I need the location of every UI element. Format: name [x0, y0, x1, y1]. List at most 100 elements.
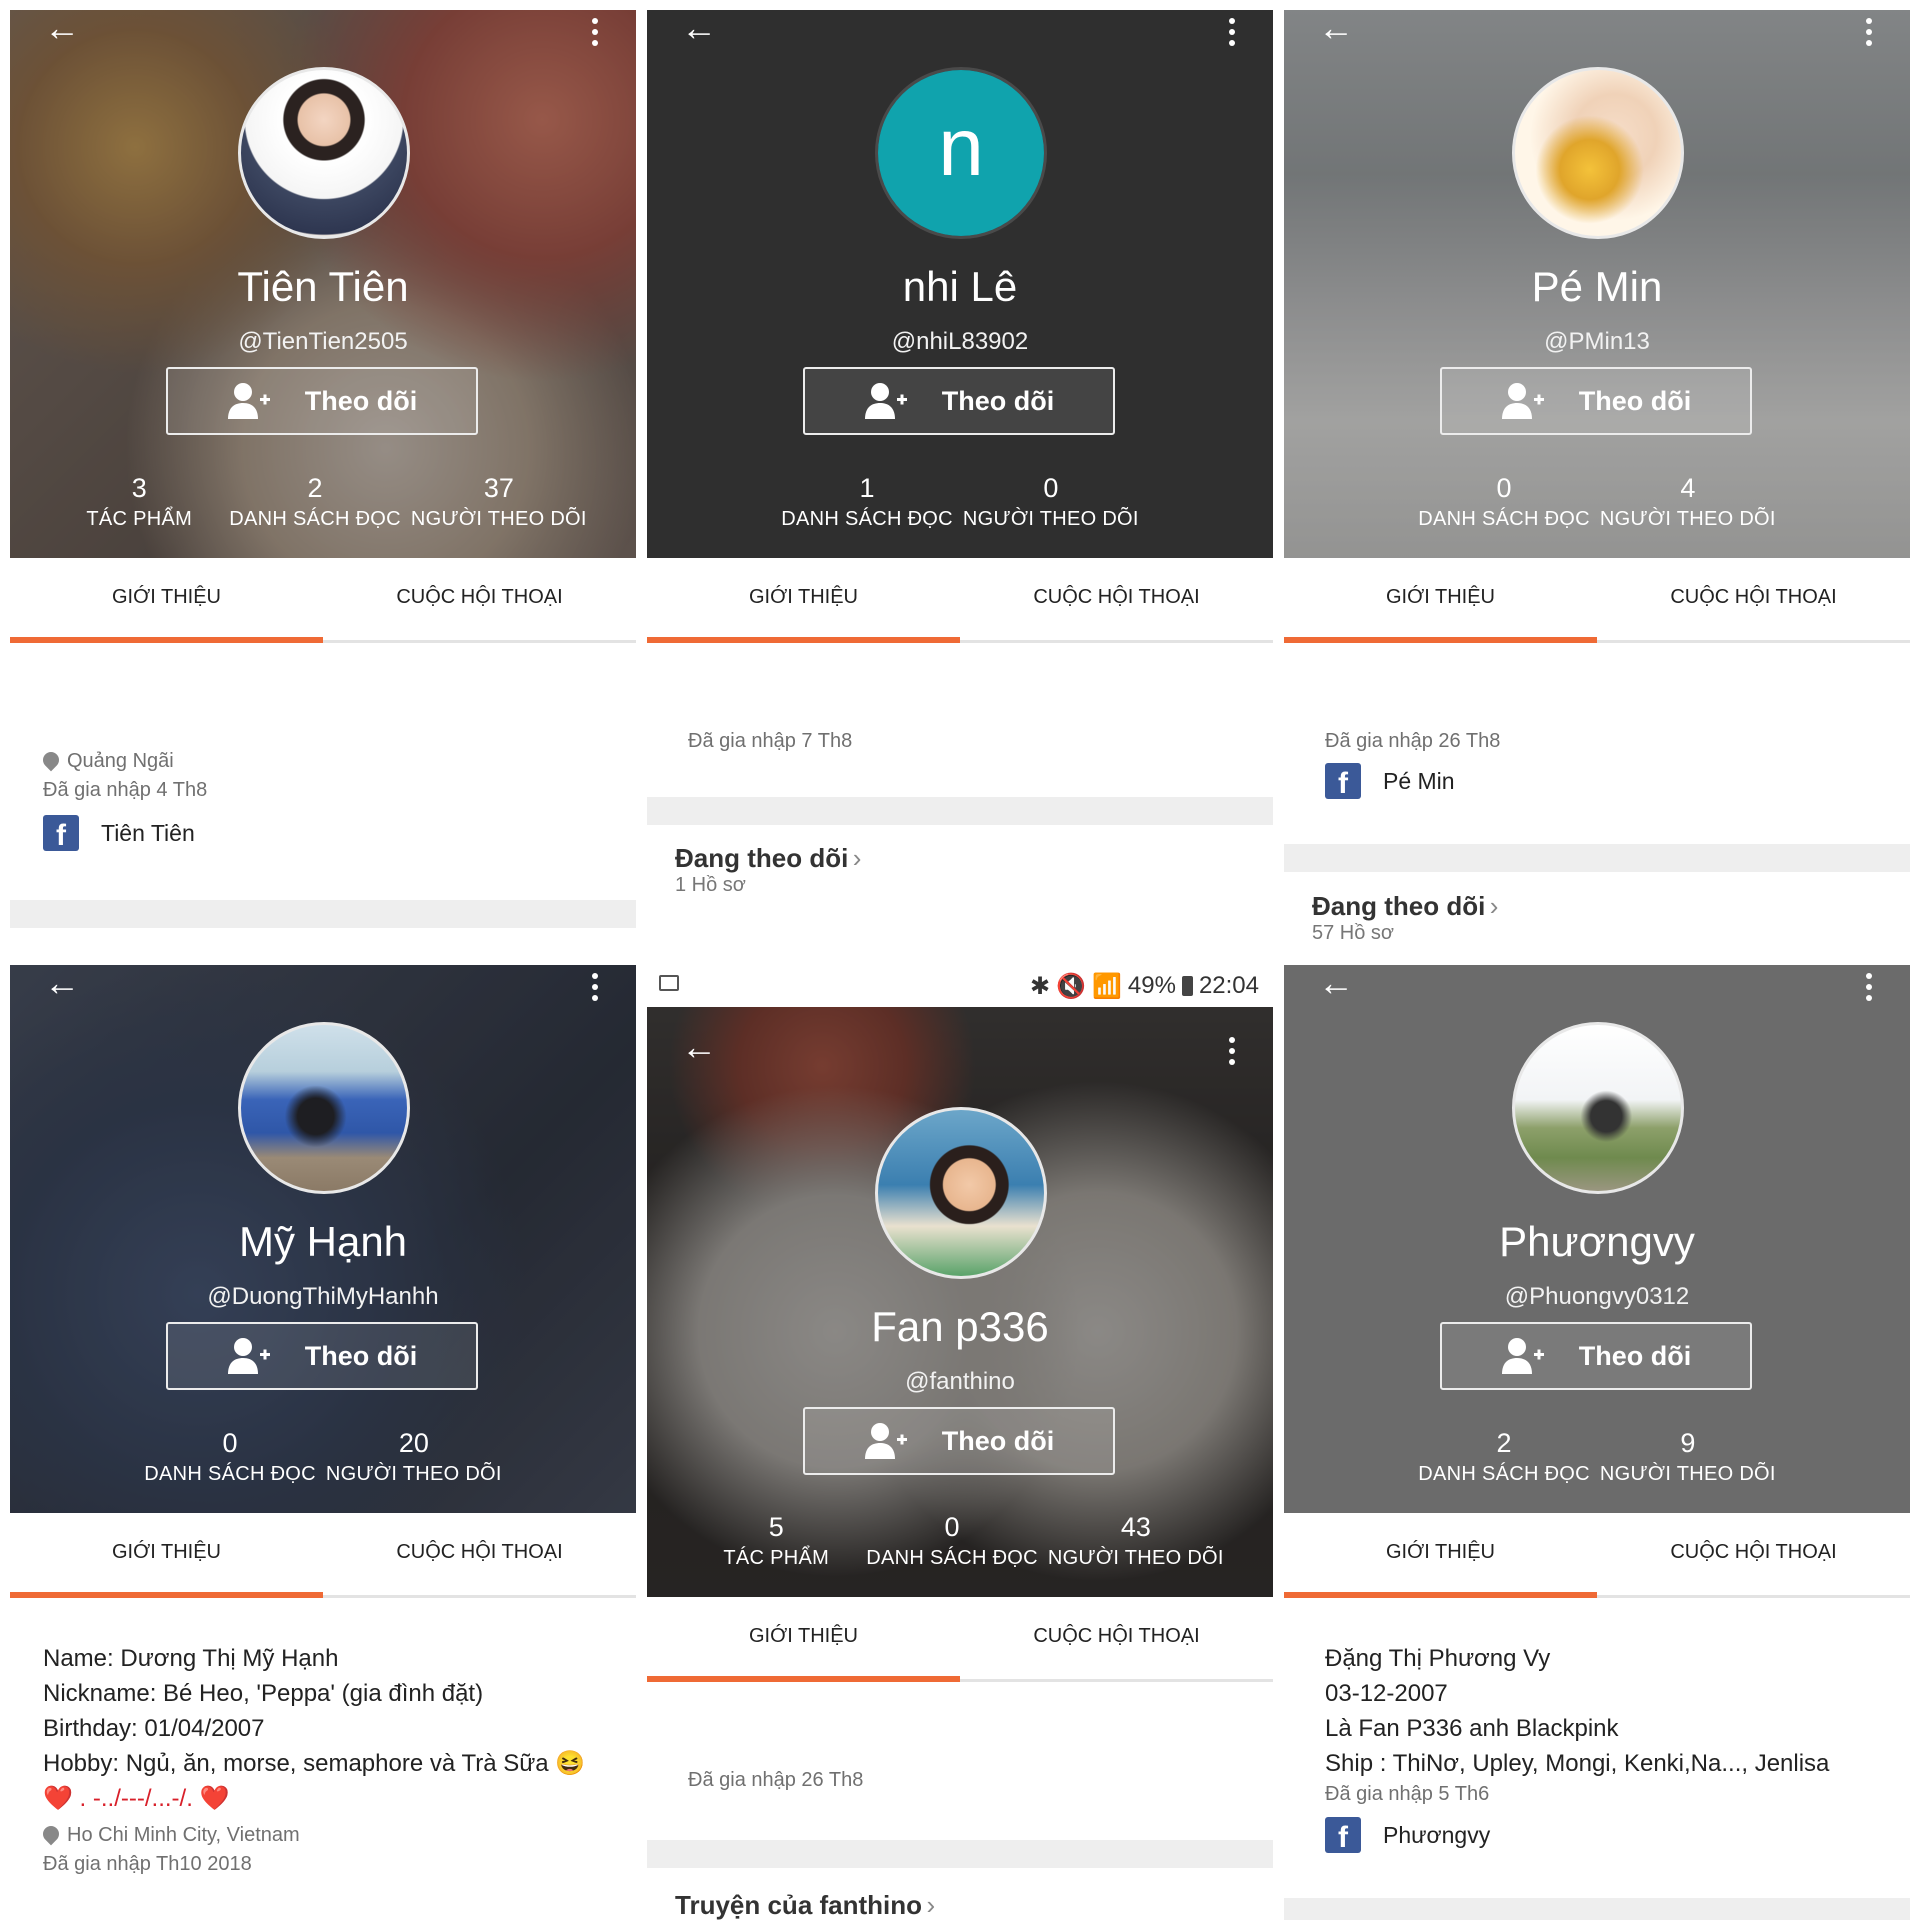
stat-reading-lists[interactable]: 0 DANH SÁCH ĐỌC	[866, 1511, 1038, 1573]
profile-handle: @fanthino	[905, 1368, 1015, 1395]
tab-conversations[interactable]: CUỘC HỘI THOẠI	[960, 1597, 1273, 1679]
joined-date: Đã gia nhập Th10 2018	[43, 1853, 252, 1875]
clock: 22:04	[1198, 972, 1259, 999]
profile-panel-phuongvy: ← Phươngvy @Phuongvy0312 Theo dõi 2 DANH …	[1284, 965, 1910, 1920]
stat-reading-lists[interactable]: 2 DANH SÁCH ĐỌC	[1418, 1427, 1590, 1489]
profile-panel-tientien: ← Tiên Tiên @TienTien2505 Theo dõi 3 TÁC …	[10, 10, 636, 965]
facebook-icon: f	[1325, 1817, 1361, 1853]
following-title: Đang theo dõi	[1312, 891, 1486, 921]
profile-stats: 3 TÁC PHẨM 2 DANH SÁCH ĐỌC 37 NGƯỜI THEO DÕ…	[10, 472, 636, 534]
wifi-signal-icon: 📶	[1092, 972, 1122, 1000]
profile-tabs: GIỚI THIỆU CUỘC HỘI THOẠI	[10, 558, 636, 643]
stat-label: NGƯỜI THEO DÕI	[1599, 508, 1776, 530]
profile-name: Phươngvy	[1499, 1218, 1695, 1265]
stat-label: NGƯỜI THEO DÕI	[962, 508, 1139, 530]
stat-followers[interactable]: 0 NGƯỜI THEO DÕI	[963, 472, 1139, 534]
stat-reading-lists[interactable]: 1 DANH SÁCH ĐỌC	[781, 472, 953, 534]
location-row: Quảng Ngãi	[39, 748, 174, 773]
stat-works[interactable]: 3 TÁC PHẨM	[59, 472, 219, 534]
stat-works[interactable]: 5 TÁC PHẨM	[696, 1511, 856, 1573]
profile-name: Tiên Tiên	[237, 263, 409, 310]
section-divider	[647, 797, 1273, 825]
bio-line: ❤️ . -../---/...-/. ❤️	[43, 1785, 230, 1812]
add-user-icon	[864, 381, 908, 421]
follow-label: Theo dõi	[1578, 385, 1692, 416]
back-arrow-icon[interactable]: ←	[44, 965, 80, 1001]
tab-conversations[interactable]: CUỘC HỘI THOẠI	[960, 558, 1273, 640]
back-arrow-icon[interactable]: ←	[681, 10, 717, 46]
follow-button[interactable]: Theo dõi	[1440, 1322, 1752, 1390]
more-vert-icon[interactable]	[1229, 1037, 1237, 1065]
follow-button[interactable]: Theo dõi	[166, 1322, 478, 1390]
back-arrow-icon[interactable]: ←	[44, 10, 80, 46]
section-divider	[10, 900, 636, 928]
stat-followers[interactable]: 37 NGƯỜI THEO DÕI	[411, 472, 587, 534]
tab-about[interactable]: GIỚI THIỆU	[647, 558, 960, 643]
stat-followers[interactable]: 4 NGƯỜI THEO DÕI	[1600, 472, 1776, 534]
add-user-icon	[1501, 381, 1545, 421]
profile-header: ← Mỹ Hạnh @DuongThiMyHanhh Theo dõi 0 DAN…	[10, 965, 636, 1513]
tab-about[interactable]: GIỚI THIỆU	[1284, 1513, 1597, 1598]
stat-followers[interactable]: 43 NGƯỜI THEO DÕI	[1048, 1511, 1224, 1573]
back-arrow-icon[interactable]: ←	[1318, 10, 1354, 46]
stat-reading-lists[interactable]: 2 DANH SÁCH ĐỌC	[229, 472, 401, 534]
tab-about[interactable]: GIỚI THIỆU	[10, 558, 323, 643]
tab-conversations[interactable]: CUỘC HỘI THOẠI	[1597, 1513, 1910, 1595]
follow-label: Theo dõi	[304, 385, 418, 416]
profile-handle: @nhiL83902	[891, 328, 1029, 355]
back-arrow-icon[interactable]: ←	[1318, 965, 1354, 1001]
tab-conversations[interactable]: CUỘC HỘI THOẠI	[323, 558, 636, 640]
chevron-right-icon: ›	[852, 843, 862, 873]
stat-number: 9	[1680, 1428, 1696, 1458]
more-vert-icon[interactable]	[592, 973, 600, 1001]
profile-handle: @TienTien2505	[238, 328, 408, 355]
stat-reading-lists[interactable]: 0 DANH SÁCH ĐỌC	[1418, 472, 1590, 534]
bio-text: Đặng Thị Phương Vy 03-12-2007 Là Fan P33…	[1325, 1641, 1829, 1781]
follow-button[interactable]: Theo dõi	[1440, 367, 1752, 435]
joined-date: Đã gia nhập 26 Th8	[1325, 730, 1501, 752]
more-vert-icon[interactable]	[1866, 18, 1874, 46]
stat-followers[interactable]: 9 NGƯỜI THEO DÕI	[1600, 1427, 1776, 1489]
stat-label: NGƯỜI THEO DÕI	[1047, 1547, 1224, 1569]
more-vert-icon[interactable]	[1866, 973, 1874, 1001]
avatar	[1512, 1022, 1684, 1194]
profile-header: ← Fan p336 @fanthino Theo dõi 5 TÁC PHẨM …	[647, 1007, 1273, 1597]
joined-date: Đã gia nhập 5 Th6	[1325, 1783, 1490, 1805]
following-section[interactable]: Đang theo dõi › 1 Hồ sơ	[675, 843, 861, 897]
profile-name: Fan p336	[871, 1303, 1049, 1350]
back-arrow-icon[interactable]: ←	[681, 1029, 717, 1065]
follow-label: Theo dõi	[941, 385, 1055, 416]
profile-stats: 0 DANH SÁCH ĐỌC 20 NGƯỜI THEO DÕI	[10, 1427, 636, 1489]
facebook-link[interactable]: f Tiên Tiên	[43, 815, 195, 851]
stat-reading-lists[interactable]: 0 DANH SÁCH ĐỌC	[144, 1427, 316, 1489]
follow-button[interactable]: Theo dõi	[803, 1407, 1115, 1475]
bluetooth-icon: ✱	[1030, 972, 1051, 1000]
more-vert-icon[interactable]	[592, 18, 600, 46]
tab-about[interactable]: GIỚI THIỆU	[10, 1513, 323, 1598]
tab-about[interactable]: GIỚI THIỆU	[1284, 558, 1597, 643]
profile-name: Pé Min	[1531, 263, 1663, 310]
location-row: Ho Chi Minh City, Vietnam	[39, 1822, 300, 1847]
location-pin-icon	[39, 748, 63, 772]
profile-panel-pemin: ← Pé Min @PMin13 Theo dõi 0 DANH SÁCH ĐỌC…	[1284, 10, 1910, 965]
add-user-icon	[864, 1421, 908, 1461]
profile-stats: 1 DANH SÁCH ĐỌC 0 NGƯỜI THEO DÕI	[647, 472, 1273, 534]
stat-number: 2	[1496, 1428, 1512, 1458]
facebook-link[interactable]: f Phươngvy	[1325, 1817, 1490, 1853]
following-section[interactable]: Đang theo dõi › 57 Hồ sơ	[1312, 891, 1498, 945]
avatar	[1512, 67, 1684, 239]
stories-section[interactable]: Truyện của fanthino ›	[675, 1890, 935, 1920]
bio-line: Ship : ThiNơ, Upley, Mongi, Kenki,Na...,…	[1325, 1750, 1830, 1777]
follow-label: Theo dõi	[1578, 1340, 1692, 1371]
stat-label: DANH SÁCH ĐỌC	[866, 1547, 1038, 1569]
tab-about[interactable]: GIỚI THIỆU	[647, 1597, 960, 1682]
follow-button[interactable]: Theo dõi	[803, 367, 1115, 435]
follow-button[interactable]: Theo dõi	[166, 367, 478, 435]
tab-conversations[interactable]: CUỘC HỘI THOẠI	[323, 1513, 636, 1595]
tab-conversations[interactable]: CUỘC HỘI THOẠI	[1597, 558, 1910, 640]
facebook-link[interactable]: f Pé Min	[1325, 763, 1455, 799]
more-vert-icon[interactable]	[1229, 18, 1237, 46]
stat-followers[interactable]: 20 NGƯỜI THEO DÕI	[326, 1427, 502, 1489]
follow-label: Theo dõi	[304, 1340, 418, 1371]
profile-handle: @DuongThiMyHanhh	[207, 1283, 439, 1310]
